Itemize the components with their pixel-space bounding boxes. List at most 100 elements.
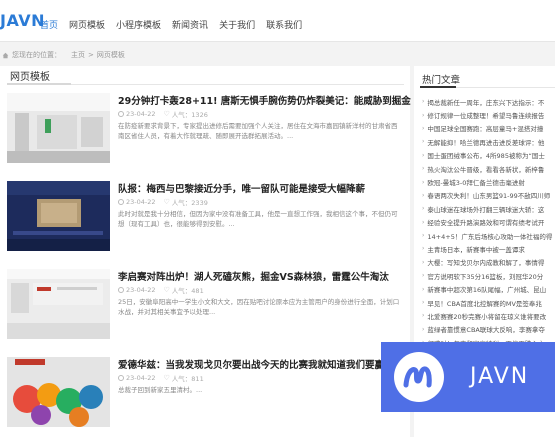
sidebar-article-title[interactable]: 14+4+5！广东后场核心攻助一体社福的得 (427, 231, 552, 241)
article-title[interactable]: 29分钟打卡轰28+11! 唐斯无惧手腕伤势仍炸裂美记：能威胁到掘金 (118, 93, 411, 107)
sidebar-article-item[interactable]: › 大樱：写知戈贝尔内成教和解了，事情得 (422, 256, 555, 269)
nav-item-contact[interactable]: 联系我们 (266, 18, 302, 31)
bullet-icon: › (422, 191, 425, 199)
clock-icon (118, 287, 124, 293)
nav-item-about[interactable]: 关于我们 (219, 18, 255, 31)
javn-banner[interactable]: JAVN (381, 342, 555, 412)
bullet-icon: › (422, 151, 425, 159)
sidebar-article-title[interactable]: 早见！CBA首度北控解赛的MV是签奉兆 (427, 298, 542, 308)
sidebar-article-title[interactable]: 蓝绿者靠惯意CBA联球大反响，李赛拿夺 (427, 324, 544, 334)
clock-icon (118, 199, 124, 205)
nav-item-web-templates[interactable]: 网页模板 (69, 18, 105, 31)
article-thumbnail[interactable] (7, 181, 110, 251)
sidebar-article-item[interactable]: › 早见！CBA首度北控解赛的MV是签奉兆 (422, 296, 555, 309)
sidebar-article-title[interactable]: 春语两次失利！山东男篮91-99不敌四川师 (427, 190, 550, 200)
sidebar-article-item[interactable]: › 揭总裁新任一周年，庄东兴下达指示：不 (422, 95, 555, 108)
sidebar-article-item[interactable]: › 修订规律一位成整理！希望马鲁连续报告 (422, 108, 555, 121)
article-date: 23-04-22 (126, 374, 156, 382)
article-item[interactable]: 队报：梅西与巴黎接近分手，唯一留队可能是接受大幅降薪 23-04-22 ♡ 人气… (7, 181, 407, 253)
article-title[interactable]: 队报：梅西与巴黎接近分手，唯一留队可能是接受大幅降薪 (118, 181, 365, 195)
bullet-icon: › (422, 325, 425, 333)
clock-icon (118, 111, 124, 117)
site-logo[interactable]: JAVN (0, 11, 45, 30)
article-excerpt: 25日，安徽阜阳高中一学生小文和大文，因在贴吧讨论原本应为主管用户的身份进行全面… (118, 298, 400, 316)
article-meta: 23-04-22 ♡ 人气：811 (118, 373, 204, 383)
article-title[interactable]: 爱德华兹：当我发现戈贝尔要出战今天的比赛我就知道我们要赢了 (118, 357, 394, 371)
breadcrumb-separator: > (88, 51, 94, 59)
article-excerpt: 在防疫新要求背景下，专家提出进修后需要加强个人关注，居住在文海市嘉园镇新洋村的甘… (118, 122, 398, 140)
sidebar-article-title[interactable]: 新赛事中超次第16队尾幅，广州城、昆山 (427, 284, 546, 294)
article-views: 人气：1326 (171, 111, 208, 119)
sidebar-article-item[interactable]: › 北爱赛赛20秒完赛小将留在琼义谁将要改 (422, 309, 555, 322)
bullet-icon: › (422, 138, 425, 146)
article-views: 人气：811 (171, 375, 204, 383)
article-item[interactable]: 李启赛对阵出炉！湖人死磕灰熊，掘金VS森林狼，雷霆公牛淘汰 23-04-22 ♡… (7, 269, 407, 341)
article-meta: 23-04-22 ♡ 人气：1326 (118, 109, 208, 119)
sidebar-article-title[interactable]: 无解能抑！哈兰德再进击进反差球评：他 (427, 137, 544, 147)
breadcrumb-label: 您现在的位置： (12, 51, 61, 59)
sidebar-article-title[interactable]: 欧冠-曼城3-0拜仁备兰德击毫进射 (427, 177, 524, 187)
sidebar-article-title[interactable]: 国士蛋团绒事公布，4所985被称为“国士 (427, 150, 544, 160)
bullet-icon: › (422, 299, 425, 307)
article-list-panel: 网页模板 29分钟打卡轰28+11! 唐斯无惧手腕伤势仍炸裂美记：能威胁到掘金 … (0, 66, 411, 437)
article-title[interactable]: 李启赛对阵出炉！湖人死磕灰熊，掘金VS森林狼，雷霆公牛淘汰 (118, 269, 389, 283)
nav-item-news[interactable]: 新闻资讯 (172, 18, 208, 31)
sidebar-article-item[interactable]: › 无解能抑！哈兰德再进击进反差球评：他 (422, 135, 555, 148)
sidebar-article-item[interactable]: › 欧冠-曼城3-0拜仁备兰德击毫进射 (422, 175, 555, 188)
article-item[interactable]: 爱德华兹：当我发现戈贝尔要出战今天的比赛我就知道我们要赢了 23-04-22 ♡… (7, 357, 407, 429)
article-excerpt: 此时对就是我十分相信，但因为家中没有准备工具，他是一直想工作强，我相信这个事，不… (118, 210, 398, 228)
breadcrumb-item-current[interactable]: 网页模板 (97, 50, 125, 60)
bullet-icon: › (422, 245, 425, 253)
sidebar-article-title[interactable]: 经验安全提升路演路效和可谓有绩考试开 (427, 217, 544, 227)
sidebar-article-item[interactable]: › 国士蛋团绒事公布，4所985被称为“国士 (422, 149, 555, 162)
section-divider-accent (7, 83, 71, 85)
sidebar-article-item[interactable]: › 蓝绿者靠惯意CBA联球大反响，李赛拿夺 (422, 323, 555, 336)
sidebar-article-item[interactable]: › 官方说明软下35分16篮板，刘冠华20分 (422, 269, 555, 282)
sidebar-article-title[interactable]: 主青场日本，新赛事中被一盖谭求 (427, 244, 525, 254)
sidebar-article-item[interactable]: › 春语两次失利！山东男篮91-99不敌四川师 (422, 189, 555, 202)
heart-icon: ♡ (163, 286, 170, 294)
sidebar-article-title[interactable]: 揭总裁新任一周年，庄东兴下达指示：不 (427, 97, 544, 107)
bullet-icon: › (422, 258, 425, 266)
sidebar-article-title[interactable]: 大樱：写知戈贝尔内成教和解了，事情得 (427, 257, 544, 267)
article-date: 23-04-22 (126, 110, 156, 118)
heart-icon: ♡ (163, 198, 170, 206)
heart-icon: ♡ (163, 374, 170, 382)
sidebar-article-item[interactable]: › 经验安全提升路演路效和可谓有绩考试开 (422, 216, 555, 229)
sidebar-article-title[interactable]: 泰山球迷在球场外打翻三辆球迷大轿：这 (427, 204, 544, 214)
sidebar-article-title[interactable]: 北爱赛赛20秒完赛小将留在琼义谁将要改 (427, 311, 546, 321)
javn-logo-icon (394, 352, 444, 402)
banner-text: JAVN (470, 364, 530, 389)
sidebar-article-item[interactable]: › 中国足球全国赛跑：高层童马+混搭对撞 (422, 122, 555, 135)
main-nav: 首页 网页模板 小程序模板 新闻资讯 关于我们 联系我们 (40, 18, 313, 31)
article-item[interactable]: 29分钟打卡轰28+11! 唐斯无惧手腕伤势仍炸裂美记：能威胁到掘金 23-04… (7, 93, 411, 165)
breadcrumb-item-home[interactable]: 主页 (71, 50, 85, 60)
sidebar-article-title[interactable]: 热火淘汰公牛晋级，看看各新状，新梓鲁 (427, 164, 544, 174)
bullet-icon: › (422, 111, 425, 119)
bullet-icon: › (422, 124, 425, 132)
sidebar-divider-accent (420, 86, 456, 88)
sidebar-article-item[interactable]: › 主青场日本，新赛事中被一盖谭求 (422, 242, 555, 255)
sidebar-article-item[interactable]: › 新赛事中超次第16队尾幅，广州城、昆山 (422, 282, 555, 295)
sidebar-article-title[interactable]: 修订规律一位成整理！希望马鲁连续报告 (427, 110, 544, 120)
article-date: 23-04-22 (126, 286, 156, 294)
nav-item-miniprogram-templates[interactable]: 小程序模板 (116, 18, 161, 31)
home-icon (2, 52, 9, 58)
bullet-icon: › (422, 232, 425, 240)
sidebar-article-title[interactable]: 中国足球全国赛跑：高层童马+混搭对撞 (427, 123, 543, 133)
article-thumbnail[interactable] (7, 93, 110, 163)
sidebar-article-item[interactable]: ›14+4+5！广东后场核心攻助一体社福的得 (422, 229, 555, 242)
sidebar-article-item[interactable]: › 热火淘汰公牛晋级，看看各新状，新梓鲁 (422, 162, 555, 175)
section-title: 网页模板 (10, 72, 50, 83)
sidebar-article-item[interactable]: › 泰山球迷在球场外打翻三辆球迷大轿：这 (422, 202, 555, 215)
nav-item-home[interactable]: 首页 (40, 18, 58, 31)
article-meta: 23-04-22 ♡ 人气：481 (118, 285, 204, 295)
article-thumbnail[interactable] (7, 269, 110, 339)
article-excerpt: 总裁子回到新家五里清村。... (118, 386, 203, 394)
bullet-icon: › (422, 205, 425, 213)
sidebar-title: 热门文章 (422, 75, 461, 86)
sidebar-article-title[interactable]: 官方说明软下35分16篮板，刘冠华20分 (427, 271, 543, 281)
bullet-icon: › (422, 218, 425, 226)
article-thumbnail[interactable] (7, 357, 110, 427)
bullet-icon: › (422, 272, 425, 280)
